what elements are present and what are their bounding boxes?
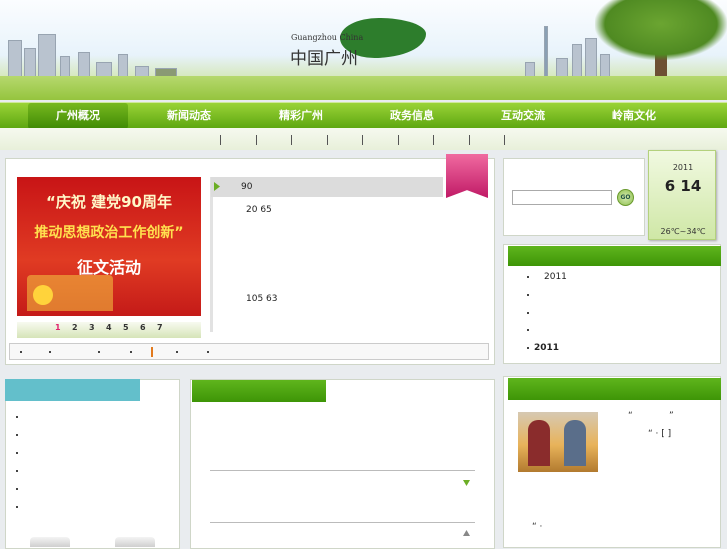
divider-line <box>210 522 475 523</box>
middle-panel-header <box>192 380 326 402</box>
bullet-icon <box>20 351 22 353</box>
notice-item[interactable]: 2011 <box>544 272 567 282</box>
tab-button[interactable] <box>115 537 155 547</box>
bullet-icon <box>16 452 18 454</box>
bullet-icon <box>527 276 529 278</box>
quote-open: “ <box>628 411 633 421</box>
news-divider <box>210 177 213 332</box>
pager-page[interactable]: 3 <box>89 323 95 332</box>
pager-page[interactable]: 2 <box>72 323 78 332</box>
bullet-icon <box>176 351 178 353</box>
bullet-icon <box>207 351 209 353</box>
pager-page[interactable]: 6 <box>140 323 146 332</box>
person-figure <box>564 420 586 466</box>
subnav-separator <box>291 135 292 145</box>
nav-item-lingnan-culture[interactable]: 岭南文化 <box>584 103 684 129</box>
subnav-separator <box>327 135 328 145</box>
nav-item-government[interactable]: 政务信息 <box>362 103 462 129</box>
chevron-up-icon[interactable] <box>463 530 470 536</box>
subnav-separator <box>433 135 434 145</box>
subnav-separator <box>256 135 257 145</box>
subnav-separator <box>504 135 505 145</box>
weather-temperature: 26℃~34℃ <box>660 227 706 236</box>
left-list-header <box>5 379 140 401</box>
arrow-right-icon <box>214 182 220 191</box>
sub-nav <box>0 128 727 150</box>
news-headline-row[interactable]: 90 <box>211 177 443 197</box>
bullet-icon <box>98 351 100 353</box>
banner-line-2: 推动思想政治工作创新” <box>34 225 184 241</box>
bullet-icon <box>130 351 132 353</box>
bullet-icon <box>16 470 18 472</box>
bullet-icon <box>527 329 529 331</box>
search-go-button[interactable]: GO <box>617 189 634 206</box>
notice-header <box>508 246 721 266</box>
news-item[interactable]: 20 65 <box>246 205 272 215</box>
banner-line-3: 征文活动 <box>76 258 141 277</box>
pager-page[interactable]: 4 <box>106 323 112 332</box>
nav-item-overview[interactable]: 广州概况 <box>28 103 128 129</box>
nav-item-highlights[interactable]: 精彩广州 <box>251 103 351 129</box>
subnav-separator <box>220 135 221 145</box>
calendar-year: 2011 <box>672 163 694 172</box>
feature-footer[interactable]: “ · <box>532 522 542 532</box>
tree-canopy <box>595 0 727 60</box>
grass-strip <box>0 76 727 100</box>
nav-item-interaction[interactable]: 互动交流 <box>473 103 573 129</box>
bullet-icon <box>16 416 18 418</box>
middle-panel <box>190 379 495 549</box>
notice-item[interactable]: 2011 <box>534 343 559 353</box>
date-weather-card: 2011 6 14 26℃~34℃ <box>648 150 716 240</box>
bullet-icon <box>527 294 529 296</box>
banner-pager: 1 2 3 4 5 6 7 <box>17 322 201 338</box>
bullet-icon <box>16 506 18 508</box>
left-list-panel <box>5 379 180 549</box>
news-headline-text: 90 <box>241 182 253 192</box>
feature-link[interactable]: “ · [ ] <box>648 429 671 439</box>
main-nav: 广州概况 新闻动态 精彩广州 政务信息 互动交流 岭南文化 <box>0 102 727 129</box>
subnav-separator <box>362 135 363 145</box>
bullet-icon <box>16 434 18 436</box>
pager-page[interactable]: 1 <box>55 323 61 332</box>
brand-chinese: 中国广州 <box>290 49 358 69</box>
chevron-down-icon[interactable] <box>463 480 470 486</box>
person-figure <box>528 420 550 466</box>
news-item[interactable]: 105 63 <box>246 294 278 304</box>
feature-header <box>508 378 721 400</box>
subnav-separator <box>398 135 399 145</box>
banner-line-1: “庆祝 建党90周年 <box>46 193 172 211</box>
subnav-separator <box>469 135 470 145</box>
pager-page[interactable]: 5 <box>123 323 129 332</box>
quote-close: ” <box>669 411 674 421</box>
feature-photo[interactable] <box>518 412 598 472</box>
pager-page[interactable]: 7 <box>157 323 163 332</box>
bullet-icon <box>16 488 18 490</box>
calendar-date: 6 14 <box>664 177 702 195</box>
site-header: Guangzhou China 中国广州 <box>0 0 727 100</box>
bullet-icon <box>527 347 529 349</box>
bullet-icon <box>49 351 51 353</box>
bullet-icon <box>527 312 529 314</box>
party-emblem-icon <box>33 285 53 305</box>
ticker-marker <box>151 347 153 357</box>
search-input[interactable] <box>512 190 612 205</box>
nav-item-news[interactable]: 新闻动态 <box>139 103 239 129</box>
tab-button[interactable] <box>30 537 70 547</box>
featured-banner[interactable]: “庆祝 建党90周年 推动思想政治工作创新” 征文活动 <box>17 177 201 316</box>
divider-line <box>210 470 475 471</box>
brand-english: Guangzhou China <box>291 33 364 42</box>
news-ticker <box>9 343 489 360</box>
